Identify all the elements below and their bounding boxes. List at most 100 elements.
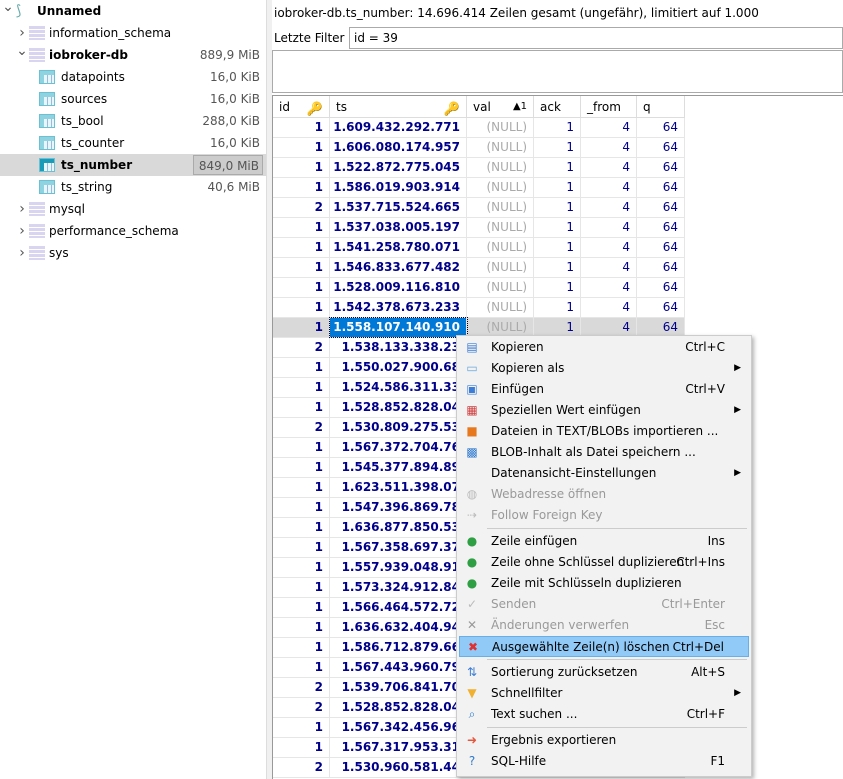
filter-editor[interactable] (272, 50, 843, 93)
cell-id[interactable]: 1 (273, 218, 330, 237)
cell-id[interactable]: 1 (273, 178, 330, 197)
cell-ts[interactable]: 1.541.258.780.071 (330, 238, 467, 257)
cell-id[interactable]: 1 (273, 618, 330, 637)
cell-ts[interactable]: 1.546.833.677.482 (330, 258, 467, 277)
cell-id[interactable]: 1 (273, 638, 330, 657)
cell-id[interactable]: 1 (273, 458, 330, 477)
cell-id[interactable]: 2 (273, 418, 330, 437)
cell-q[interactable]: 64 (637, 298, 685, 317)
cell-ts[interactable]: 1.636.632.404.94 (330, 618, 467, 637)
menu-item-sql-hilfe[interactable]: ? SQL-Hilfe F1 (459, 751, 749, 772)
cell-from[interactable]: 4 (581, 258, 637, 277)
cell-id[interactable]: 2 (273, 698, 330, 717)
cell-q[interactable]: 64 (637, 198, 685, 217)
menu-item-text-suchen[interactable]: ⌕ Text suchen ... Ctrl+F (459, 704, 749, 725)
cell-id[interactable]: 1 (273, 558, 330, 577)
cell-ack[interactable]: 1 (534, 138, 581, 157)
cell-ts[interactable]: 1.566.464.572.72 (330, 598, 467, 617)
cell-ts[interactable]: 1.558.107.140.910 (329, 317, 468, 338)
cell-from[interactable]: 4 (581, 158, 637, 177)
tree-node-table[interactable]: ts_bool 288,0 KiB (0, 110, 266, 132)
cell-ts[interactable]: 1.542.378.673.233 (330, 298, 467, 317)
cell-val[interactable]: (NULL) (467, 218, 534, 237)
table-row[interactable]: 1 1.546.833.677.482 (NULL) 1 4 64 (273, 258, 685, 278)
cell-id[interactable]: 2 (273, 758, 330, 777)
cell-ack[interactable]: 1 (534, 278, 581, 297)
cell-ts[interactable]: 1.586.019.903.914 (330, 178, 467, 197)
cell-ts[interactable]: 1.524.586.311.33 (330, 378, 467, 397)
column-header-val[interactable]: val ▲1 (467, 96, 534, 118)
cell-ts[interactable]: 1.606.080.174.957 (330, 138, 467, 157)
tree-node-database[interactable]: ⌄ iobroker-db 889,9 MiB (0, 43, 266, 66)
table-row[interactable]: 1 1.537.038.005.197 (NULL) 1 4 64 (273, 218, 685, 238)
cell-ts[interactable]: 1.567.317.953.31 (330, 738, 467, 757)
cell-from[interactable]: 4 (581, 118, 637, 137)
filter-input[interactable] (349, 27, 843, 49)
column-header-ts[interactable]: ts 🔑 (330, 96, 467, 118)
cell-ts[interactable]: 1.522.872.775.045 (330, 158, 467, 177)
tree-node-database[interactable]: › performance_schema (0, 220, 266, 242)
cell-q[interactable]: 64 (637, 258, 685, 277)
cell-ts[interactable]: 1.609.432.292.771 (330, 118, 467, 137)
cell-val[interactable]: (NULL) (467, 278, 534, 297)
menu-item-sortierung-zurücksetzen[interactable]: ⇅ Sortierung zurücksetzen Alt+S (459, 662, 749, 683)
menu-item-ergebnis-exportieren[interactable]: ➜ Ergebnis exportieren (459, 730, 749, 751)
cell-id[interactable]: 1 (273, 298, 330, 317)
cell-ts[interactable]: 1.586.712.879.66 (330, 638, 467, 657)
menu-item-blob-inhalt-als-datei-speichern[interactable]: ▩ BLOB-Inhalt als Datei speichern ... (459, 442, 749, 463)
cell-val[interactable]: (NULL) (467, 158, 534, 177)
column-header-q[interactable]: q (637, 96, 685, 118)
cell-ts[interactable]: 1.567.358.697.37 (330, 538, 467, 557)
cell-q[interactable]: 64 (637, 278, 685, 297)
menu-item-zeile-ohne-schlüssel-duplizieren[interactable]: ● Zeile ohne Schlüssel duplizieren Ctrl+In… (459, 552, 749, 573)
cell-ts[interactable]: 1.530.960.581.44 (330, 758, 467, 777)
cell-from[interactable]: 4 (581, 278, 637, 297)
cell-val[interactable]: (NULL) (467, 258, 534, 277)
table-row[interactable]: 1 1.542.378.673.233 (NULL) 1 4 64 (273, 298, 685, 318)
menu-item-dateien-in-text-blobs-importieren[interactable]: ■ Dateien in TEXT/BLOBs importieren ... (459, 421, 749, 442)
cell-ts[interactable]: 1.528.852.828.04 (330, 698, 467, 717)
cell-val[interactable]: (NULL) (467, 178, 534, 197)
cell-ts[interactable]: 1.547.396.869.78 (330, 498, 467, 517)
table-row[interactable]: 1 1.541.258.780.071 (NULL) 1 4 64 (273, 238, 685, 258)
cell-id[interactable]: 1 (273, 598, 330, 617)
cell-ts[interactable]: 1.538.133.338.23 (330, 338, 467, 357)
cell-id[interactable]: 1 (273, 438, 330, 457)
column-header-ack[interactable]: ack (534, 96, 581, 118)
tree-node-server[interactable]: ⌄ ⟆ Unnamed (0, 0, 266, 22)
cell-id[interactable]: 2 (273, 198, 330, 217)
tree-node-database[interactable]: › information_schema (0, 22, 266, 44)
menu-item-kopieren[interactable]: ▤ Kopieren Ctrl+C (459, 337, 749, 358)
cell-id[interactable]: 1 (273, 378, 330, 397)
cell-ts[interactable]: 1.537.038.005.197 (330, 218, 467, 237)
cell-ack[interactable]: 1 (534, 158, 581, 177)
cell-from[interactable]: 4 (581, 138, 637, 157)
menu-item-schnellfilter[interactable]: ▼ Schnellfilter ▶ (459, 683, 749, 704)
cell-ts[interactable]: 1.539.706.841.70 (330, 678, 467, 697)
column-header-from[interactable]: _from (581, 96, 637, 118)
cell-ts[interactable]: 1.557.939.048.91 (330, 558, 467, 577)
database-tree[interactable]: ⌄ ⟆ Unnamed › information_schema ⌄ iobroker-db… (0, 0, 266, 779)
chevron-down-icon[interactable]: ⌄ (2, 0, 14, 18)
chevron-right-icon[interactable]: › (16, 242, 28, 264)
cell-ts[interactable]: 1.567.443.960.79 (330, 658, 467, 677)
tree-node-database[interactable]: › sys (0, 242, 266, 264)
cell-id[interactable]: 1 (273, 478, 330, 497)
cell-val[interactable]: (NULL) (467, 298, 534, 317)
cell-ack[interactable]: 1 (534, 218, 581, 237)
table-row[interactable]: 1 1.528.009.116.810 (NULL) 1 4 64 (273, 278, 685, 298)
tree-node-table[interactable]: ts_number 849,0 MiB (0, 154, 266, 176)
cell-id[interactable]: 1 (273, 278, 330, 297)
cell-id[interactable]: 1 (273, 498, 330, 517)
cell-val[interactable]: (NULL) (467, 138, 534, 157)
cell-from[interactable]: 4 (581, 178, 637, 197)
tree-node-table[interactable]: ts_string 40,6 MiB (0, 176, 266, 198)
cell-val[interactable]: (NULL) (467, 238, 534, 257)
table-row[interactable]: 1 1.606.080.174.957 (NULL) 1 4 64 (273, 138, 685, 158)
menu-item-kopieren-als[interactable]: ▭ Kopieren als ▶ (459, 358, 749, 379)
menu-item-datenansicht-einstellungen[interactable]: Datenansicht-Einstellungen ▶ (459, 463, 749, 484)
cell-ts[interactable]: 1.550.027.900.68 (330, 358, 467, 377)
cell-q[interactable]: 64 (637, 238, 685, 257)
cell-q[interactable]: 64 (637, 138, 685, 157)
cell-ts[interactable]: 1.573.324.912.84 (330, 578, 467, 597)
